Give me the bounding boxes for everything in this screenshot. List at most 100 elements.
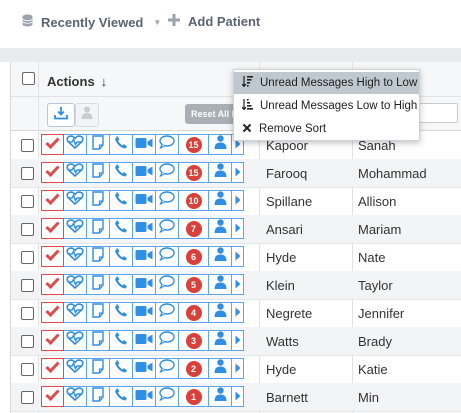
notes-button[interactable] [87, 358, 110, 379]
patient-profile-button[interactable] [209, 134, 232, 155]
patient-profile-button[interactable] [209, 190, 232, 211]
video-call-button[interactable] [133, 358, 156, 379]
patient-profile-button[interactable] [209, 386, 232, 407]
mark-complete-button[interactable] [41, 190, 64, 211]
unread-count-cell[interactable]: 3 [179, 330, 209, 351]
call-button[interactable] [110, 246, 133, 267]
table-row[interactable]: 4 Negrete Jennifer [11, 299, 461, 328]
row-checkbox[interactable] [21, 363, 34, 376]
video-call-button[interactable] [133, 218, 156, 239]
messages-button[interactable] [156, 302, 179, 323]
mark-complete-button[interactable] [41, 358, 64, 379]
row-checkbox[interactable] [21, 139, 34, 152]
messages-button[interactable] [156, 358, 179, 379]
video-call-button[interactable] [133, 330, 156, 351]
messages-button[interactable] [156, 218, 179, 239]
patient-profile-button[interactable] [209, 162, 232, 183]
expand-actions-button[interactable] [232, 246, 244, 267]
table-row[interactable]: 3 Watts Brady [11, 327, 461, 356]
table-row[interactable]: 6 Hyde Nate [11, 243, 461, 272]
notes-button[interactable] [87, 330, 110, 351]
notes-button[interactable] [87, 246, 110, 267]
notes-button[interactable] [87, 386, 110, 407]
messages-button[interactable] [156, 162, 179, 183]
messages-button[interactable] [156, 246, 179, 267]
table-row[interactable]: 1 Barnett Min [11, 383, 461, 412]
unread-count-cell[interactable]: 10 [179, 190, 209, 211]
patient-profile-button[interactable] [209, 218, 232, 239]
vitals-button[interactable] [64, 386, 87, 407]
video-call-button[interactable] [133, 246, 156, 267]
video-call-button[interactable] [133, 134, 156, 155]
messages-button[interactable] [156, 386, 179, 407]
patient-profile-button[interactable] [209, 330, 232, 351]
sort-low-to-high-option[interactable]: Unread Messages Low to High [234, 95, 419, 117]
mark-complete-button[interactable] [41, 386, 64, 407]
unread-count-cell[interactable]: 1 [179, 386, 209, 407]
notes-button[interactable] [87, 190, 110, 211]
video-call-button[interactable] [133, 302, 156, 323]
messages-button[interactable] [156, 134, 179, 155]
call-button[interactable] [110, 134, 133, 155]
expand-actions-button[interactable] [232, 162, 244, 183]
patient-profile-button[interactable] [209, 274, 232, 295]
row-checkbox[interactable] [21, 279, 34, 292]
mark-complete-button[interactable] [41, 246, 64, 267]
expand-actions-button[interactable] [232, 274, 244, 295]
vitals-button[interactable] [64, 190, 87, 211]
vitals-button[interactable] [64, 358, 87, 379]
expand-actions-button[interactable] [232, 330, 244, 351]
vitals-button[interactable] [64, 218, 87, 239]
expand-actions-button[interactable] [232, 302, 244, 323]
call-button[interactable] [110, 274, 133, 295]
vitals-button[interactable] [64, 274, 87, 295]
assign-user-button[interactable] [75, 103, 99, 127]
table-row[interactable]: 5 Klein Taylor [11, 271, 461, 300]
notes-button[interactable] [87, 274, 110, 295]
table-row[interactable]: 15 Farooq Mohammad [11, 159, 461, 188]
expand-actions-button[interactable] [232, 386, 244, 407]
call-button[interactable] [110, 162, 133, 183]
call-button[interactable] [110, 190, 133, 211]
mark-complete-button[interactable] [41, 330, 64, 351]
download-button[interactable] [47, 103, 75, 127]
actions-column-header[interactable]: Actions ↓ [47, 74, 107, 89]
table-row[interactable]: 2 Hyde Katie [11, 355, 461, 384]
mark-complete-button[interactable] [41, 218, 64, 239]
mark-complete-button[interactable] [41, 162, 64, 183]
call-button[interactable] [110, 358, 133, 379]
row-checkbox[interactable] [21, 167, 34, 180]
messages-button[interactable] [156, 274, 179, 295]
table-row[interactable]: 10 Spillane Allison [11, 187, 461, 216]
call-button[interactable] [110, 218, 133, 239]
vitals-button[interactable] [64, 134, 87, 155]
video-call-button[interactable] [133, 274, 156, 295]
row-checkbox[interactable] [21, 307, 34, 320]
remove-sort-option[interactable]: Remove Sort [234, 118, 419, 140]
mark-complete-button[interactable] [41, 302, 64, 323]
messages-button[interactable] [156, 330, 179, 351]
row-checkbox[interactable] [21, 223, 34, 236]
patient-profile-button[interactable] [209, 358, 232, 379]
vitals-button[interactable] [64, 330, 87, 351]
unread-count-cell[interactable]: 15 [179, 162, 209, 183]
video-call-button[interactable] [133, 190, 156, 211]
vitals-button[interactable] [64, 162, 87, 183]
row-checkbox[interactable] [21, 195, 34, 208]
mark-complete-button[interactable] [41, 274, 64, 295]
select-all-checkbox[interactable] [22, 72, 35, 85]
recently-viewed-dropdown[interactable]: Recently Viewed ▼ [22, 14, 161, 30]
notes-button[interactable] [87, 218, 110, 239]
video-call-button[interactable] [133, 386, 156, 407]
notes-button[interactable] [87, 162, 110, 183]
unread-count-cell[interactable]: 2 [179, 358, 209, 379]
unread-count-cell[interactable]: 6 [179, 246, 209, 267]
call-button[interactable] [110, 330, 133, 351]
sort-high-to-low-option[interactable]: Unread Messages High to Low [234, 72, 419, 94]
vitals-button[interactable] [64, 246, 87, 267]
mark-complete-button[interactable] [41, 134, 64, 155]
expand-actions-button[interactable] [232, 358, 244, 379]
table-row[interactable]: 7 Ansari Mariam [11, 215, 461, 244]
patient-profile-button[interactable] [209, 246, 232, 267]
video-call-button[interactable] [133, 162, 156, 183]
